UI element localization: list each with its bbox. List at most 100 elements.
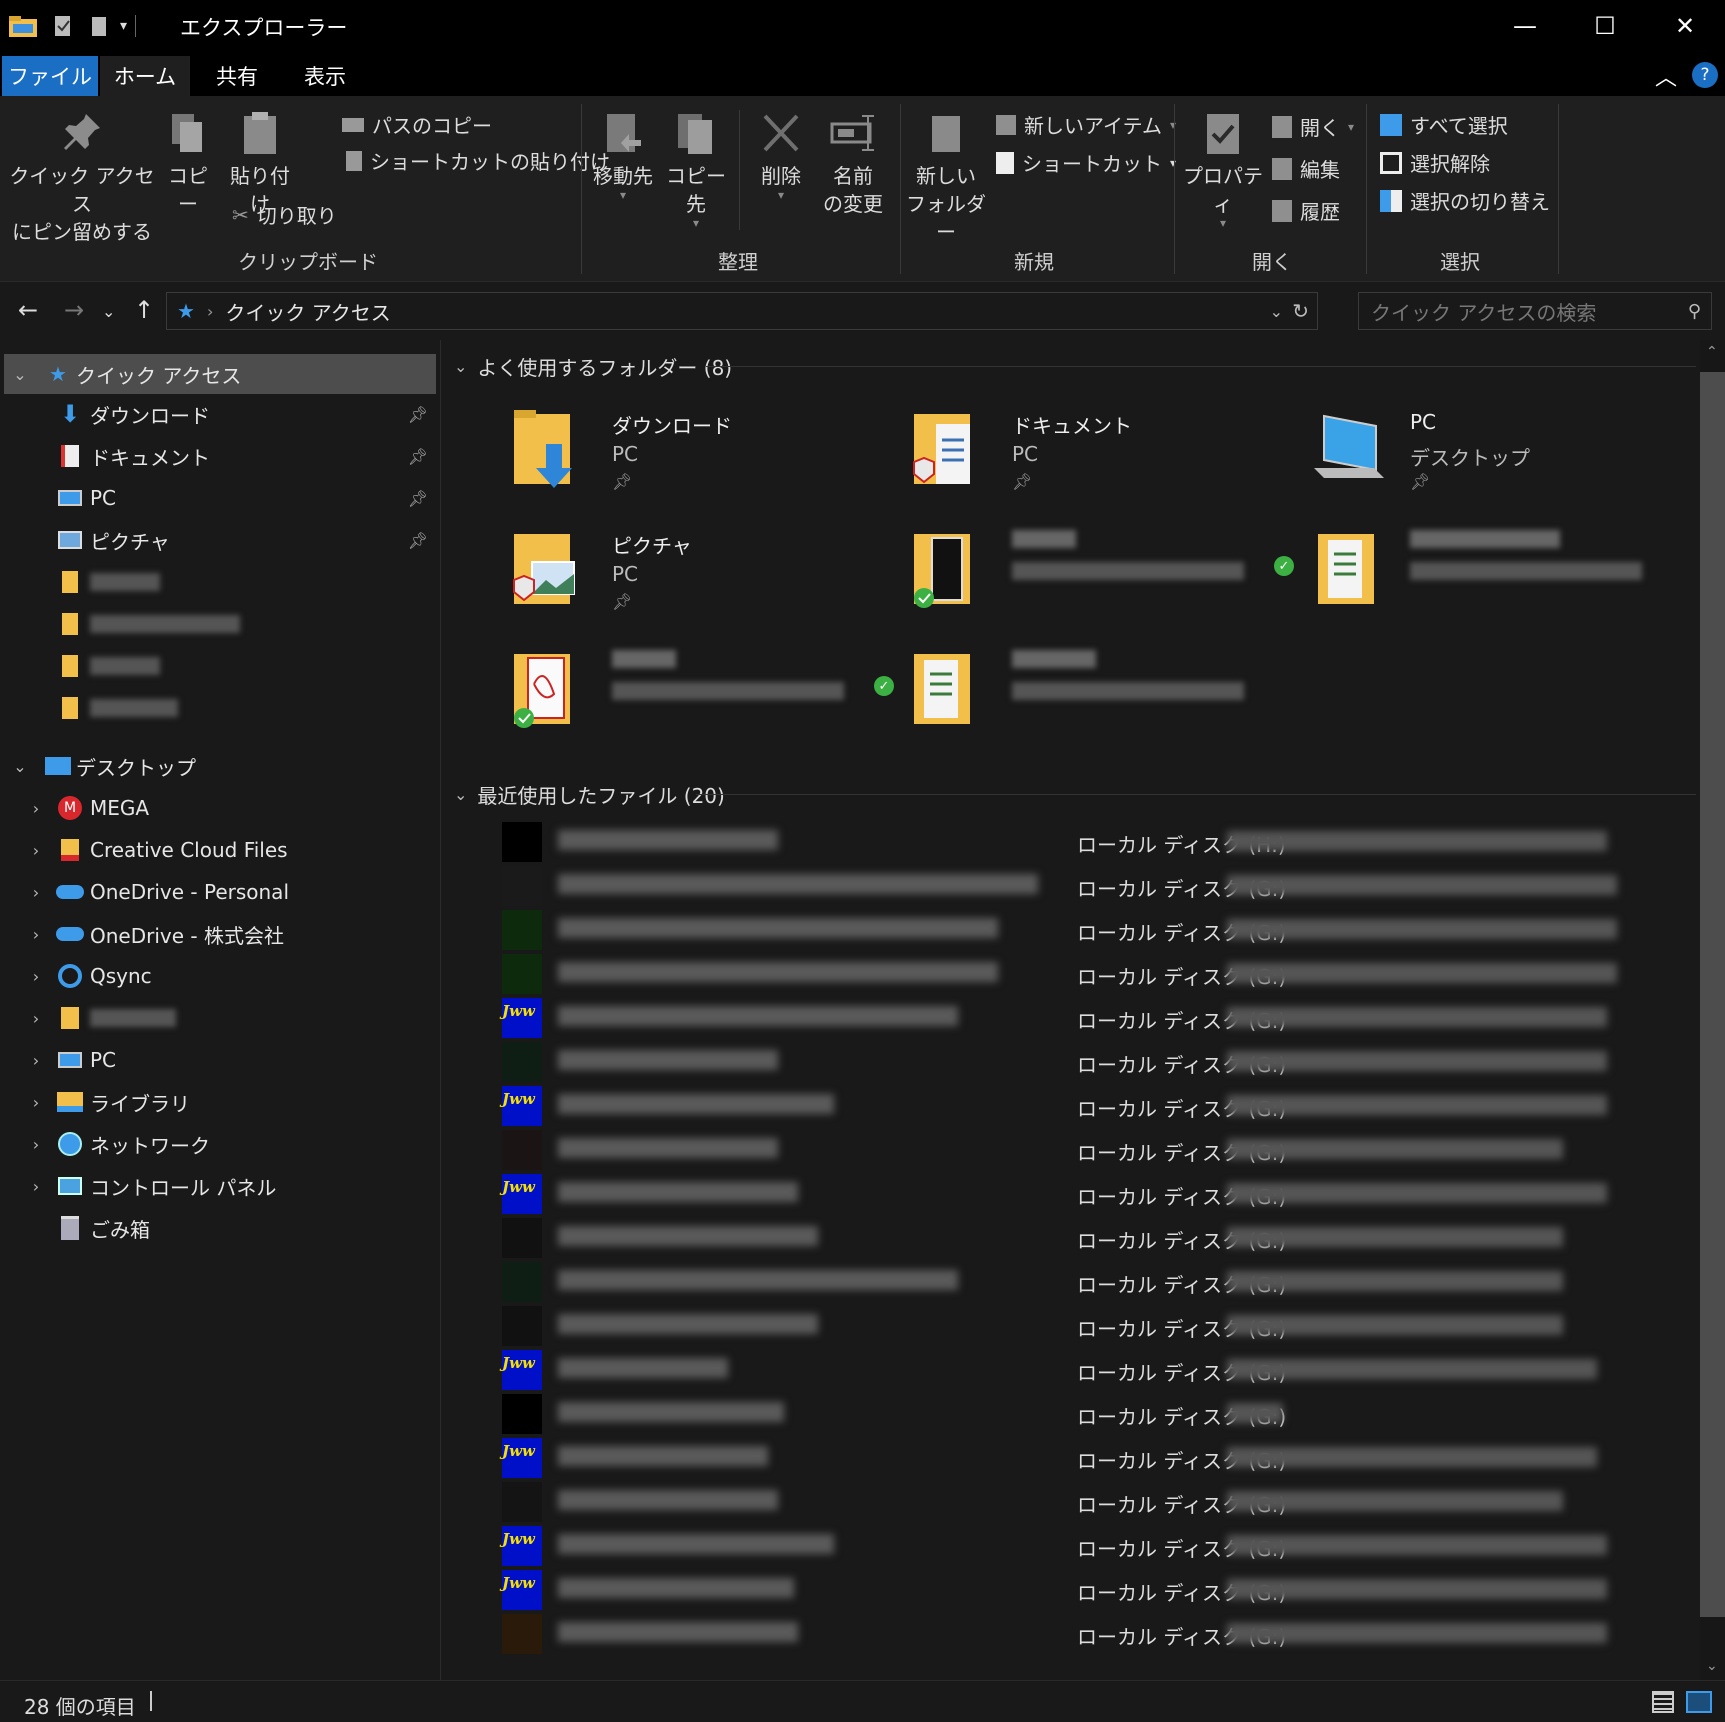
collapsed-chevron-icon[interactable]: › [26, 1093, 46, 1112]
large-icons-view-icon[interactable] [1686, 1691, 1712, 1713]
collapse-ribbon-icon[interactable]: ︿ [1655, 60, 1677, 92]
cut-button[interactable]: ✂ 切り取り [232, 200, 337, 229]
nav-pictures[interactable]: ピクチャ 📌︎ [4, 520, 436, 560]
recent-file-row[interactable]: ローカル ディスク (G:) [502, 952, 1682, 994]
search-input[interactable]: クイック アクセスの検索 ⚲ [1358, 292, 1712, 330]
details-view-icon[interactable] [1652, 1691, 1674, 1713]
pin-icon[interactable]: 📌︎ [408, 531, 428, 550]
folder-tile-pc[interactable]: PC デスクトップ 📌︎ [1310, 404, 1690, 504]
rename-button[interactable]: 名前 の変更 [818, 110, 888, 218]
folder-tile-redacted[interactable] [912, 524, 1292, 624]
recent-file-row[interactable]: Jww ローカル ディスク (G:) [502, 1172, 1682, 1214]
maximize-button[interactable]: ☐ [1565, 0, 1645, 52]
copy-button[interactable]: コピー [160, 110, 216, 218]
move-to-button[interactable]: 移動先 ▾ [590, 110, 656, 201]
nav-qsync[interactable]: › Qsync [4, 956, 436, 996]
collapsed-chevron-icon[interactable]: › [26, 1177, 46, 1196]
shortcut-button[interactable]: ショートカット ▾ [996, 148, 1176, 177]
nav-pinned-folder[interactable] [4, 604, 436, 644]
address-box[interactable]: ★ › クイック アクセス ⌄ ↻ [166, 292, 1318, 330]
delete-button[interactable]: 削除 ▾ [748, 110, 814, 201]
recent-file-row[interactable]: ローカル ディスク (G:) [502, 1480, 1682, 1522]
recent-file-row[interactable]: Jww ローカル ディスク (G:) [502, 1348, 1682, 1390]
recent-file-row[interactable]: ローカル ディスク (G:) [502, 1392, 1682, 1434]
recent-file-row[interactable]: Jww ローカル ディスク (G:) [502, 1436, 1682, 1478]
recent-file-row[interactable]: Jww ローカル ディスク (G:) [502, 1568, 1682, 1610]
tab-home[interactable]: ホーム [100, 56, 190, 96]
recent-file-row[interactable]: ローカル ディスク (H:) [502, 820, 1682, 862]
collapsed-chevron-icon[interactable]: › [26, 841, 46, 860]
folder-tile-redacted[interactable] [512, 644, 892, 744]
breadcrumb-path[interactable]: クイック アクセス [225, 297, 390, 326]
collapsed-chevron-icon[interactable]: › [26, 1009, 46, 1028]
nav-user-folder[interactable]: › [4, 998, 436, 1038]
nav-desktop[interactable]: ⌄ デスクトップ [4, 746, 436, 786]
recent-file-row[interactable]: ローカル ディスク (G:) [502, 1612, 1682, 1654]
nav-libraries[interactable]: › ライブラリ [4, 1082, 436, 1122]
nav-creative-cloud[interactable]: › Creative Cloud Files [4, 830, 436, 870]
pin-icon[interactable]: 📌︎ [408, 405, 428, 424]
pin-icon[interactable]: 📌︎ [408, 447, 428, 466]
search-icon[interactable]: ⚲ [1688, 301, 1701, 322]
nav-onedrive-company[interactable]: › OneDrive - 株式会社 [4, 914, 436, 954]
nav-pinned-folder[interactable] [4, 646, 436, 686]
recent-files-header[interactable]: ⌄ 最近使用したファイル (20) [454, 780, 725, 809]
address-dropdown-icon[interactable]: ⌄ [1270, 302, 1283, 321]
minimize-button[interactable]: — [1485, 0, 1565, 52]
properties-qat-icon[interactable] [52, 14, 74, 38]
nav-pc[interactable]: PC 📌︎ [4, 478, 436, 518]
forward-arrow-icon[interactable]: → [64, 296, 84, 324]
collapsed-chevron-icon[interactable]: › [26, 1051, 46, 1070]
pane-splitter[interactable] [440, 340, 441, 1680]
expanded-chevron-icon[interactable]: ⌄ [10, 757, 30, 776]
collapsed-chevron-icon[interactable]: › [26, 967, 46, 986]
scroll-down-arrow-icon[interactable]: ⌄ [1706, 1658, 1718, 1674]
paste-shortcut-button[interactable]: ショートカットの貼り付け [346, 146, 610, 175]
open-button[interactable]: 開く ▾ [1272, 112, 1354, 141]
back-arrow-icon[interactable]: ← [18, 296, 38, 324]
nav-onedrive-personal[interactable]: › OneDrive - Personal [4, 872, 436, 912]
collapsed-chevron-icon[interactable]: › [26, 799, 46, 818]
recent-file-row[interactable]: ローカル ディスク (G:) [502, 1260, 1682, 1302]
help-icon[interactable]: ? [1692, 62, 1718, 88]
nav-documents[interactable]: ドキュメント 📌︎ [4, 436, 436, 476]
recent-locations-chevron-icon[interactable]: ⌄ [102, 302, 115, 321]
tab-share[interactable]: 共有 [196, 56, 278, 96]
copy-path-button[interactable]: パスのコピー [342, 110, 492, 139]
new-folder-qat-icon[interactable] [88, 14, 110, 38]
nav-control-panel[interactable]: › コントロール パネル [4, 1166, 436, 1206]
tab-file[interactable]: ファイル [2, 56, 98, 96]
nav-recycle-bin[interactable]: ごみ箱 [4, 1208, 436, 1248]
select-none-button[interactable]: 選択解除 [1380, 148, 1490, 177]
collapsed-chevron-icon[interactable]: › [26, 925, 46, 944]
folder-tile-redacted[interactable] [912, 644, 1292, 744]
properties-button[interactable]: プロパティ ▾ [1180, 110, 1266, 229]
recent-file-row[interactable]: Jww ローカル ディスク (G:) [502, 1524, 1682, 1566]
folder-tile-pictures[interactable]: ピクチャ PC 📌︎ [512, 524, 892, 624]
tab-view[interactable]: 表示 [284, 56, 366, 96]
nav-pinned-folder[interactable] [4, 562, 436, 602]
edit-button[interactable]: 編集 [1272, 154, 1340, 183]
recent-file-row[interactable]: ローカル ディスク (G:) [502, 1128, 1682, 1170]
recent-file-row[interactable]: ローカル ディスク (G:) [502, 864, 1682, 906]
copy-to-button[interactable]: コピー先 ▾ [660, 110, 732, 229]
customize-qat-icon[interactable]: ▾ [120, 18, 127, 34]
pin-icon[interactable]: 📌︎ [408, 489, 428, 508]
close-button[interactable]: ✕ [1645, 0, 1725, 52]
nav-downloads[interactable]: ⬇ ダウンロード 📌︎ [4, 394, 436, 434]
select-all-button[interactable]: すべて選択 [1380, 110, 1508, 139]
nav-pc-tree[interactable]: › PC [4, 1040, 436, 1080]
pin-to-quick-access-button[interactable]: クイック アクセス にピン留めする [8, 110, 156, 246]
folder-tile-redacted[interactable] [1310, 524, 1690, 624]
expanded-chevron-icon[interactable]: ⌄ [10, 365, 30, 384]
folder-tile-documents[interactable]: ドキュメント PC 📌︎ [912, 404, 1292, 504]
frequent-folders-header[interactable]: ⌄ よく使用するフォルダー (8) [454, 352, 732, 381]
recent-file-row[interactable]: ローカル ディスク (G:) [502, 1040, 1682, 1082]
recent-file-row[interactable]: Jww ローカル ディスク (G:) [502, 1084, 1682, 1126]
recent-file-row[interactable]: Jww ローカル ディスク (G:) [502, 996, 1682, 1038]
scrollbar-thumb[interactable] [1700, 372, 1725, 1617]
recent-file-row[interactable]: ローカル ディスク (G:) [502, 908, 1682, 950]
scroll-up-arrow-icon[interactable]: ⌃ [1706, 344, 1718, 360]
history-button[interactable]: 履歴 [1272, 196, 1340, 225]
collapsed-chevron-icon[interactable]: › [26, 1135, 46, 1154]
